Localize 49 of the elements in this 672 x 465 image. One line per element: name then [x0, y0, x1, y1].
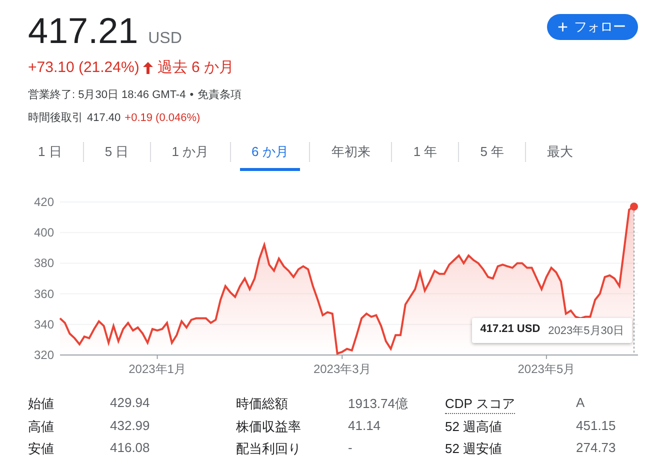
chart-tooltip: 417.21 USD 2023年5月30日: [472, 318, 632, 343]
stat-label: 始値: [28, 395, 54, 413]
stat-label: 52 週安値: [445, 440, 502, 458]
axis-label: 400: [34, 226, 54, 240]
stat-value: 451.15: [576, 418, 617, 435]
stat-label: 株価収益率: [236, 418, 301, 436]
stat-value: -: [348, 440, 354, 457]
range-tab[interactable]: 最大: [535, 139, 586, 171]
axis-label: 380: [34, 256, 54, 270]
axis-label: 2023年3月: [313, 362, 371, 376]
currency-label: USD: [148, 30, 182, 48]
stat-value: 429.94: [110, 395, 151, 412]
stat-label[interactable]: CDP スコア: [445, 395, 515, 414]
bullet-separator: •: [190, 88, 194, 100]
after-hours-price: 417.40: [87, 112, 121, 124]
stat-label: 時価総額: [236, 395, 288, 413]
stat-value: 274.73: [576, 440, 617, 457]
end-point-marker: [630, 202, 638, 211]
axis-label: 2023年1月: [128, 362, 186, 376]
range-tab[interactable]: 1 日: [26, 139, 74, 171]
stat-value: 1913.74億: [348, 395, 409, 413]
stat-value: 41.14: [348, 418, 382, 435]
axis-label: 420: [34, 195, 54, 209]
axis-label: 320: [34, 348, 54, 362]
stat-label: 高値: [28, 418, 54, 436]
range-tab[interactable]: 1 か月: [160, 139, 221, 171]
axis-label: 340: [34, 317, 54, 332]
range-tab[interactable]: 5 年: [468, 139, 516, 171]
axis-label: 2023年5月: [518, 362, 576, 376]
stat-value: 416.08: [110, 440, 151, 457]
range-tab[interactable]: 6 か月: [240, 139, 300, 171]
stat-value: 432.99: [110, 418, 151, 435]
disclaimer-link[interactable]: 免責条項: [198, 87, 242, 102]
market-status: 営業終了: 5月30日 18:46 GMT-4: [28, 88, 186, 102]
price-change: +73.10 (21.24%): [28, 59, 140, 76]
range-tab[interactable]: 年初来: [319, 139, 382, 171]
stat-value: A: [576, 395, 586, 412]
after-hours-change: +0.19 (0.046%): [124, 112, 200, 124]
axis-label: 360: [34, 286, 54, 301]
period-label: 過去 6 か月: [157, 58, 234, 77]
stat-label: 52 週高値: [445, 418, 502, 436]
stat-label: 配当利回り: [236, 440, 301, 458]
up-arrow-icon: [143, 62, 154, 74]
follow-button[interactable]: + フォロー: [547, 14, 638, 40]
range-tab[interactable]: 5 日: [92, 139, 141, 171]
stock-price: 417.21: [28, 10, 138, 52]
stat-label: 安値: [28, 440, 54, 458]
after-hours-label: 時間後取引: [28, 111, 83, 125]
range-tab[interactable]: 1 年: [401, 139, 450, 171]
